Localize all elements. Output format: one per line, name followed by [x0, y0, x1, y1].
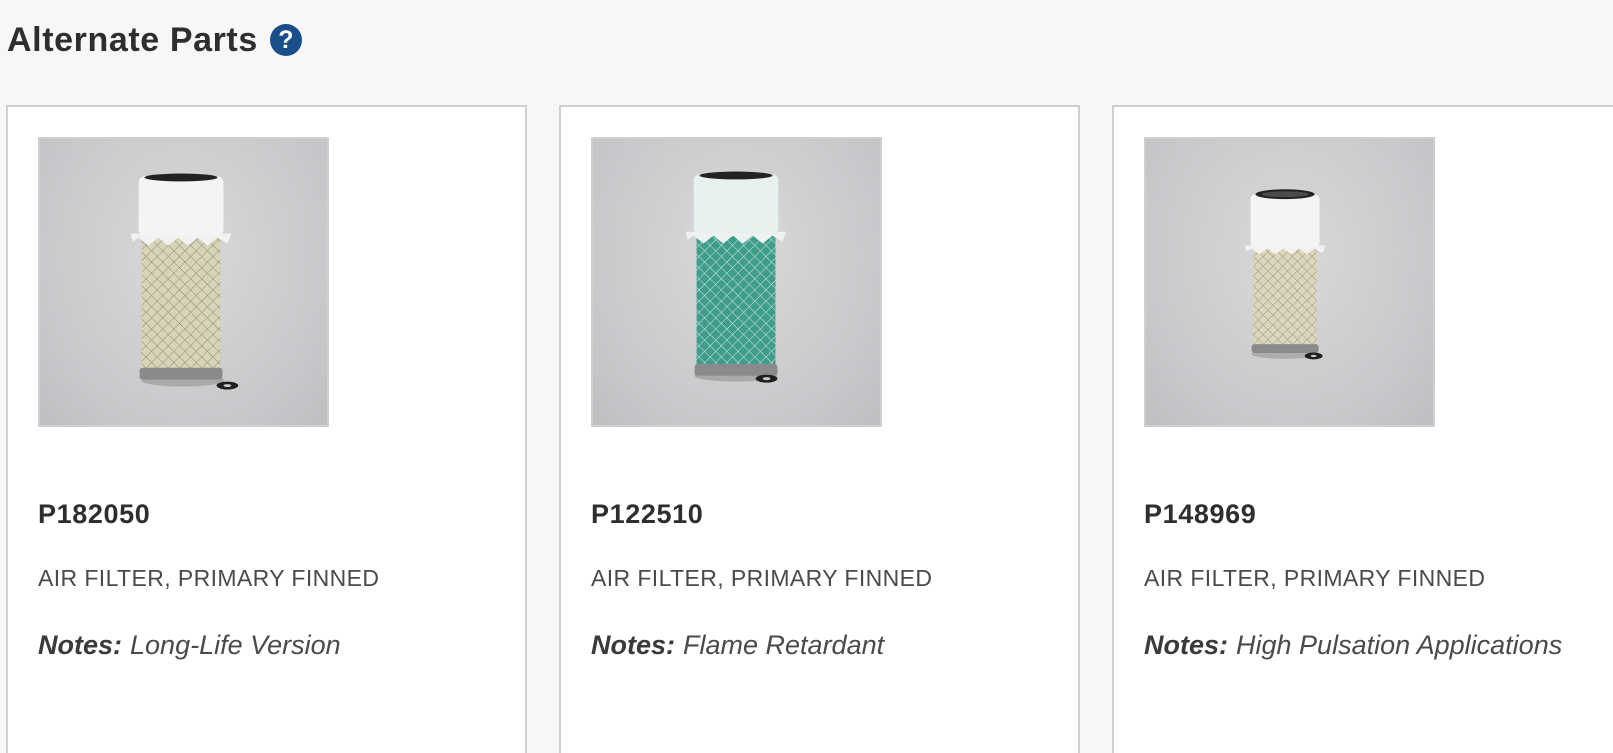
- notes-label: Notes:: [38, 630, 123, 660]
- section-title: Alternate Parts: [7, 20, 258, 59]
- part-card[interactable]: P122510 AIR FILTER, PRIMARY FINNED Notes…: [559, 105, 1080, 753]
- part-description: AIR FILTER, PRIMARY FINNED: [38, 565, 380, 591]
- part-notes: Notes: High Pulsation Applications: [1144, 630, 1562, 661]
- question-circle-icon[interactable]: ?: [269, 24, 302, 56]
- notes-value: Flame Retardant: [683, 630, 885, 660]
- part-notes: Notes: Long-Life Version: [38, 630, 341, 661]
- part-number-link[interactable]: P182050: [38, 499, 150, 530]
- notes-label: Notes:: [591, 630, 676, 660]
- section-header: Alternate Parts ?: [7, 16, 302, 64]
- part-description: AIR FILTER, PRIMARY FINNED: [591, 565, 933, 591]
- air-filter-image[interactable]: [591, 137, 882, 427]
- air-filter-image[interactable]: [1144, 137, 1435, 427]
- air-filter-illustration: [130, 173, 239, 390]
- part-description: AIR FILTER, PRIMARY FINNED: [1144, 565, 1486, 591]
- part-card[interactable]: P182050 AIR FILTER, PRIMARY FINNED Notes…: [6, 105, 527, 753]
- notes-label: Notes:: [1144, 630, 1229, 660]
- alternate-parts-list: P182050 AIR FILTER, PRIMARY FINNED Notes…: [6, 105, 1613, 753]
- part-card[interactable]: P148969 AIR FILTER, PRIMARY FINNED Notes…: [1112, 105, 1613, 753]
- part-notes: Notes: Flame Retardant: [591, 630, 884, 661]
- part-number-link[interactable]: P122510: [591, 499, 703, 530]
- air-filter-illustration: [685, 171, 787, 383]
- notes-value: High Pulsation Applications: [1236, 630, 1563, 660]
- notes-value: Long-Life Version: [130, 630, 341, 660]
- air-filter-image[interactable]: [38, 137, 329, 427]
- air-filter-illustration: [1244, 189, 1326, 360]
- part-number-link[interactable]: P148969: [1144, 499, 1256, 530]
